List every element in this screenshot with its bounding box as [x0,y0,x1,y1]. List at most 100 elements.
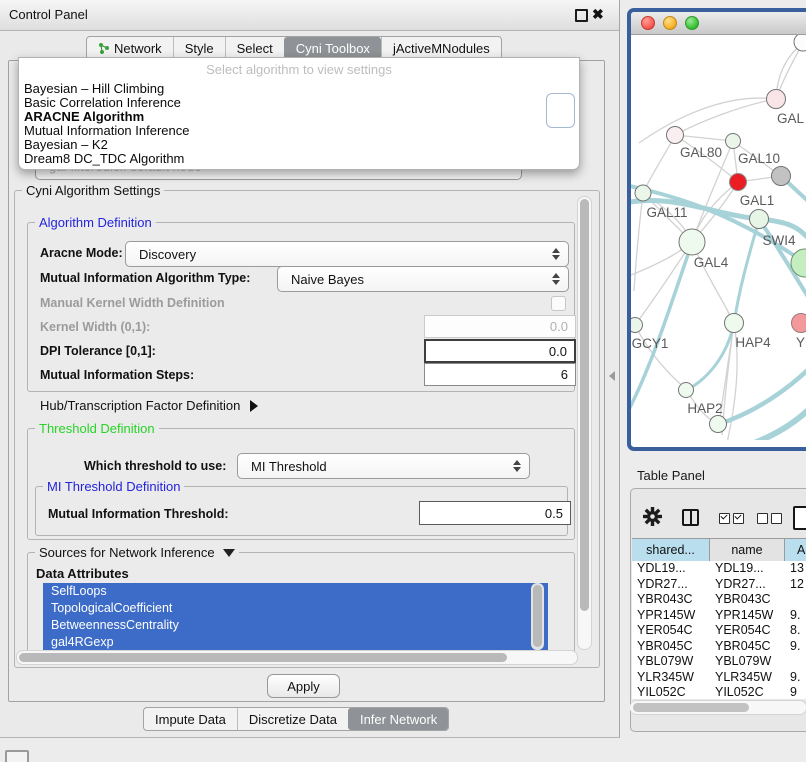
dropdown-placeholder: Select algorithm to view settings [19,58,579,82]
tab-jactivemnodules[interactable]: jActiveMNodules [381,37,501,59]
sources-section[interactable]: Sources for Network Inference [35,545,239,560]
settings-vertical-scrollbar[interactable] [577,196,592,650]
node-hap2[interactable] [679,383,694,398]
tab-infer-network[interactable]: Infer Network [348,708,448,730]
data-attributes-label: Data Attributes [36,566,129,581]
column-header-shared-name[interactable]: shared... [632,538,710,562]
node-hap4[interactable] [725,314,744,333]
table-row[interactable]: YBR045CYBR045C9. [632,639,806,655]
table-horizontal-scrollbar[interactable] [630,700,806,715]
dpi-tolerance-field[interactable]: 0.0 [424,339,576,363]
aracne-mode-select[interactable]: Discovery [125,241,569,267]
list-item[interactable]: gal4RGexp [43,634,548,650]
table-settings-gear-icon[interactable] [643,507,662,531]
combo-arrows-icon [552,273,560,285]
algorithm-option-selected[interactable]: ARACNE Algorithm [19,110,579,124]
apply-button[interactable]: Apply [267,674,340,698]
node-salmon[interactable] [792,314,806,333]
node-gal4[interactable] [679,229,705,255]
collapse-arrow-icon[interactable] [223,549,235,557]
hub-definition-section[interactable]: Hub/Transcription Factor Definition [40,398,258,413]
mac-close-icon[interactable] [641,16,655,30]
data-attributes-list[interactable]: SelfLoops TopologicalCoefficient Between… [43,583,548,650]
table-row[interactable]: YPR145WYPR145W9. [632,608,806,624]
bottom-tabstrip: Impute Data Discretize Data Infer Networ… [143,707,449,731]
new-table-icon[interactable] [793,506,806,530]
list-item[interactable]: TopologicalCoefficient [43,600,548,617]
tab-cyni-toolbox[interactable]: Cyni Toolbox [284,37,381,59]
column-header-partial[interactable]: A [785,538,806,562]
list-item[interactable]: BetweennessCentrality [43,617,548,634]
dock-panel-icon[interactable] [5,750,29,762]
deselect-all-rows-icon[interactable] [757,513,782,524]
select-all-rows-icon[interactable] [719,513,744,524]
algorithm-option[interactable]: Mutual Information Inference [19,124,579,138]
splitter-collapse-icon[interactable] [609,371,615,381]
node-label: HAP4 [735,335,771,350]
list-item[interactable]: SelfLoops [43,583,548,600]
float-window-icon[interactable] [575,9,588,22]
mi-type-label: Mutual Information Algorithm Type: [40,271,250,285]
settings-horizontal-scrollbar[interactable] [16,650,578,665]
node-label: GAL80 [680,145,722,160]
network-view-window[interactable]: GAL GAL80 GAL10 GAL1 GAL11 SWI4 GAL4 GCY… [627,8,806,451]
expand-arrow-icon[interactable] [250,400,258,412]
table-row[interactable]: YDR27...YDR27...12 [632,577,806,593]
node-gray[interactable] [772,167,791,186]
table-rows: YDL19...YDL19...13 YDR27...YDR27...12 YB… [632,561,806,699]
node-label: GAL10 [738,151,780,166]
sources-title: Sources for Network Inference [39,545,215,560]
window-title: Control Panel [9,7,88,22]
network-window-titlebar[interactable] [631,12,806,35]
mac-minimize-icon[interactable] [663,16,677,30]
combo-edge-fragment [546,93,575,128]
algorithm-option[interactable]: Bayesian – K2 [19,138,579,152]
kernel-width-field[interactable]: 0.0 [424,315,576,338]
which-threshold-select[interactable]: MI Threshold [237,453,530,479]
tab-select[interactable]: Select [225,37,284,59]
table-row[interactable]: YDL19...YDL19...13 [632,561,806,577]
close-icon[interactable]: ✖ [592,6,604,23]
table-row[interactable]: YBL079WYBL079W [632,654,806,670]
attribute-list-scrollbar[interactable] [531,583,544,650]
mi-steps-label: Mutual Information Steps: [40,368,194,382]
which-threshold-label: Which threshold to use: [84,459,226,473]
node-label: HAP2 [687,401,722,416]
node-gal80[interactable] [667,127,684,144]
table-row[interactable]: YER054CYER054C8. [632,623,806,639]
table-row[interactable]: YIL052CYIL052C9 [632,685,806,699]
mi-threshold-title: MI Threshold Definition [43,479,184,494]
tab-style[interactable]: Style [173,37,225,59]
node-gal-pink[interactable] [767,90,786,109]
hub-definition-label: Hub/Transcription Factor Definition [40,398,240,413]
mac-zoom-icon[interactable] [685,16,699,30]
algorithm-option[interactable]: Dream8 DC_TDC Algorithm [19,152,579,166]
control-panel-titlebar[interactable]: Control Panel ✖ [0,0,619,31]
combo-arrows-icon [513,460,521,472]
algorithm-option[interactable]: Basic Correlation Inference [19,96,579,110]
manual-kernel-checkbox[interactable] [551,296,566,311]
node-bottom[interactable] [710,416,727,433]
mi-threshold-label: Mutual Information Threshold: [48,507,229,521]
cyni-algorithm-settings-title: Cyni Algorithm Settings [22,183,164,198]
node-gcy1[interactable] [631,318,643,333]
tab-network[interactable]: Network [87,37,173,59]
algorithm-option[interactable]: Bayesian – Hill Climbing [19,82,579,96]
table-row[interactable]: YLR345WYLR345W9. [632,670,806,686]
column-visibility-icon[interactable] [682,509,699,526]
network-icon [98,42,110,54]
node-swi4[interactable] [750,210,769,229]
tab-impute-data[interactable]: Impute Data [144,708,237,730]
mi-threshold-field[interactable]: 0.5 [419,501,571,525]
column-header-name[interactable]: name [710,538,785,562]
node-gal1-red[interactable] [730,174,747,191]
mi-type-select[interactable]: Naive Bayes [277,266,569,292]
table-row[interactable]: YBR043CYBR043C [632,592,806,608]
node-gal11[interactable] [635,185,651,201]
network-canvas[interactable]: GAL GAL80 GAL10 GAL1 GAL11 SWI4 GAL4 GCY… [631,35,806,440]
tab-discretize-data[interactable]: Discretize Data [237,708,348,730]
node-gal10[interactable] [726,134,741,149]
kernel-width-label: Kernel Width (0,1): [40,320,150,334]
mi-steps-field[interactable]: 6 [424,363,576,386]
node-label: GAL [777,111,805,126]
